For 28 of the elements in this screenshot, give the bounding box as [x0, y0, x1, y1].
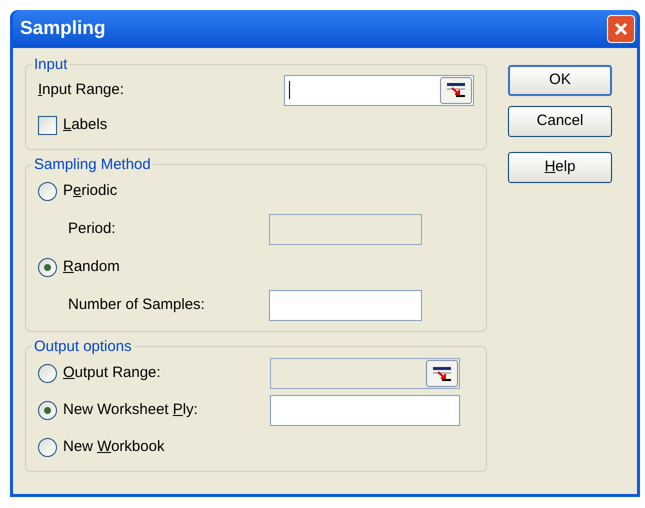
- close-icon: [613, 21, 629, 37]
- field-label: Output Range:: [63, 363, 161, 384]
- dialog-button[interactable]: Cancel: [508, 106, 612, 137]
- text-field[interactable]: [270, 395, 460, 426]
- text-field[interactable]: [269, 290, 422, 320]
- text-field[interactable]: [284, 74, 474, 106]
- radio-button[interactable]: [38, 258, 57, 276]
- dialog-button[interactable]: OK: [508, 65, 612, 96]
- close-button[interactable]: [607, 15, 635, 43]
- field-label: Labels: [63, 114, 108, 135]
- radio-button[interactable]: [38, 438, 57, 456]
- checkbox[interactable]: [38, 116, 57, 134]
- field-label: Random: [63, 256, 120, 277]
- dialog-button[interactable]: Help: [508, 152, 612, 183]
- field-label: Number of Samples:: [68, 294, 205, 315]
- window-title: Sampling: [20, 16, 106, 41]
- text-cursor: [289, 81, 290, 99]
- radio-button[interactable]: [38, 364, 57, 383]
- collapse-dialog-icon: [432, 366, 452, 382]
- field-label: Input Range:: [38, 80, 124, 100]
- field-label: Period:: [68, 218, 116, 239]
- field-label: Periodic: [63, 180, 118, 201]
- collapse-dialog-icon: [446, 82, 466, 98]
- collapse-dialog-button[interactable]: [440, 76, 472, 104]
- radio-button[interactable]: [38, 182, 57, 200]
- field-label: New Workbook: [63, 436, 164, 457]
- radio-button[interactable]: [38, 401, 57, 420]
- field-label: New Worksheet Ply:: [63, 400, 198, 420]
